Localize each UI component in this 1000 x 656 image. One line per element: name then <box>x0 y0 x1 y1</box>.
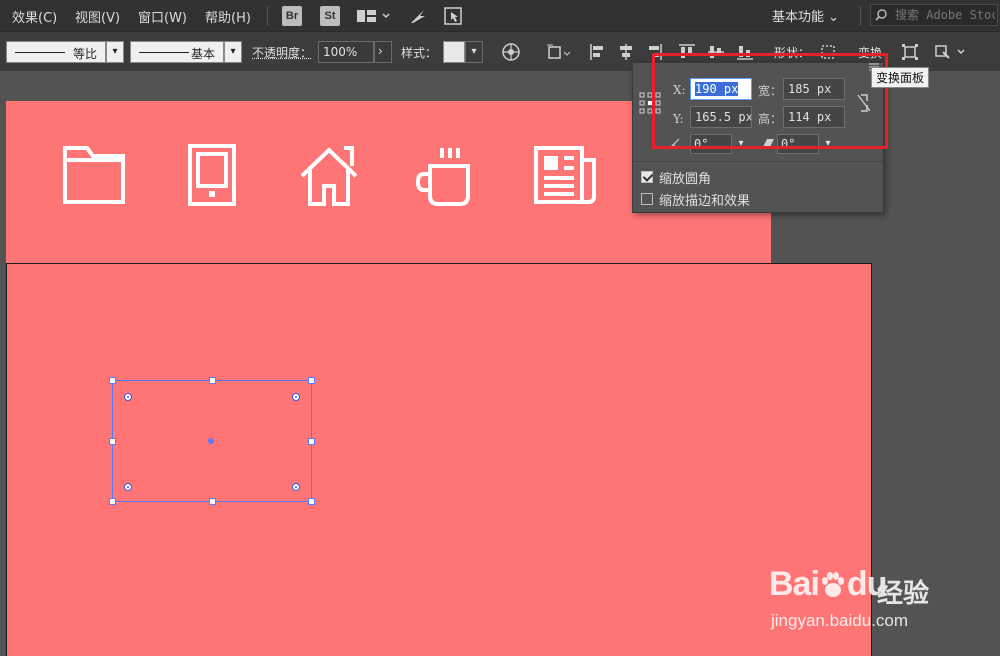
recolor-artwork-icon[interactable] <box>501 42 521 62</box>
scale-strokes-checkbox[interactable] <box>641 193 653 205</box>
scale-strokes-label: 缩放描边和效果 <box>659 194 751 209</box>
scale-corners-checkbox[interactable] <box>641 171 653 183</box>
brush-label: 基本 <box>190 47 215 61</box>
corner-radius-widget[interactable] <box>124 393 132 401</box>
paw-icon <box>821 572 844 597</box>
opacity-label[interactable]: 不透明度： <box>252 44 312 61</box>
watermark-brand: Bai du <box>769 565 887 604</box>
panel-divider <box>633 161 883 162</box>
resize-handle[interactable] <box>109 438 116 445</box>
gpu-performance-icon[interactable] <box>408 6 428 26</box>
tooltip: 变换面板 <box>871 67 930 88</box>
chevron-down-icon[interactable]: ▾ <box>465 41 483 63</box>
chevron-down-icon: ⌄ <box>828 10 840 25</box>
bridge-icon[interactable]: Br <box>282 6 302 26</box>
resize-handle[interactable] <box>109 498 116 505</box>
menu-divider <box>860 6 861 26</box>
highlight-annotation <box>652 53 888 149</box>
corner-radius-widget[interactable] <box>292 483 300 491</box>
align-left-icon[interactable] <box>588 42 608 62</box>
arrange-documents-icon[interactable] <box>356 6 392 26</box>
align-to-icon[interactable] <box>546 42 572 62</box>
home-icon <box>300 146 358 206</box>
watermark-url: jingyan.baidu.com <box>771 611 909 630</box>
brush-definition[interactable]: 基本 <box>130 41 224 63</box>
style-label: 样式： <box>401 46 438 60</box>
stock-search[interactable] <box>870 4 998 26</box>
isolate-object-icon[interactable] <box>934 42 970 62</box>
corner-radius-widget[interactable] <box>292 393 300 401</box>
stroke-profile-label: 等比 <box>72 47 97 61</box>
scale-corners-label: 缩放圆角 <box>659 172 712 187</box>
resize-handle[interactable] <box>308 498 315 505</box>
brush-preview-line <box>139 52 189 53</box>
transform-bounds-icon[interactable] <box>900 42 920 62</box>
workspace-switcher[interactable]: 基本功能 ⌄ <box>772 6 839 25</box>
corner-radius-widget[interactable] <box>124 483 132 491</box>
style-swatch[interactable] <box>443 41 465 63</box>
search-icon <box>875 9 887 21</box>
search-input[interactable] <box>895 6 995 24</box>
coffee-cup-icon <box>416 148 470 206</box>
chevron-down-icon[interactable]: ▾ <box>224 41 242 63</box>
newspaper-icon <box>534 146 596 204</box>
resize-handle[interactable] <box>109 377 116 384</box>
menu-window[interactable]: 窗口(W) <box>138 7 187 26</box>
menu-effect[interactable]: 效果(C) <box>12 7 57 26</box>
align-center-icon[interactable] <box>616 42 636 62</box>
menu-bar: 效果(C) 视图(V) 窗口(W) 帮助(H) Br St 基本功能 ⌄ <box>0 0 1000 31</box>
variable-width-profile[interactable]: 等比 <box>6 41 106 63</box>
menu-view[interactable]: 视图(V) <box>75 7 120 26</box>
stroke-preview-line <box>15 52 65 53</box>
resize-handle[interactable] <box>209 377 216 384</box>
stock-icon[interactable]: St <box>320 6 340 26</box>
menu-divider <box>267 6 268 26</box>
opacity-field[interactable]: 100% <box>318 41 374 63</box>
folder-icon <box>63 146 125 204</box>
watermark-cn: 经验 <box>877 579 930 609</box>
opacity-expand-icon[interactable]: › <box>374 41 392 63</box>
center-point <box>208 438 214 444</box>
watermark-brand-prefix: Bai <box>769 565 820 603</box>
touch-workspace-icon[interactable] <box>443 6 463 26</box>
workspace-label: 基本功能 <box>772 10 825 25</box>
resize-handle[interactable] <box>308 377 315 384</box>
selected-rectangle[interactable] <box>109 377 315 505</box>
phone-icon <box>188 144 236 206</box>
resize-handle[interactable] <box>209 498 216 505</box>
resize-handle[interactable] <box>308 438 315 445</box>
baidu-watermark: Bai du 经验 jingyan.baidu.com <box>735 560 975 640</box>
chevron-down-icon[interactable]: ▾ <box>106 41 124 63</box>
menu-help[interactable]: 帮助(H) <box>205 7 251 26</box>
